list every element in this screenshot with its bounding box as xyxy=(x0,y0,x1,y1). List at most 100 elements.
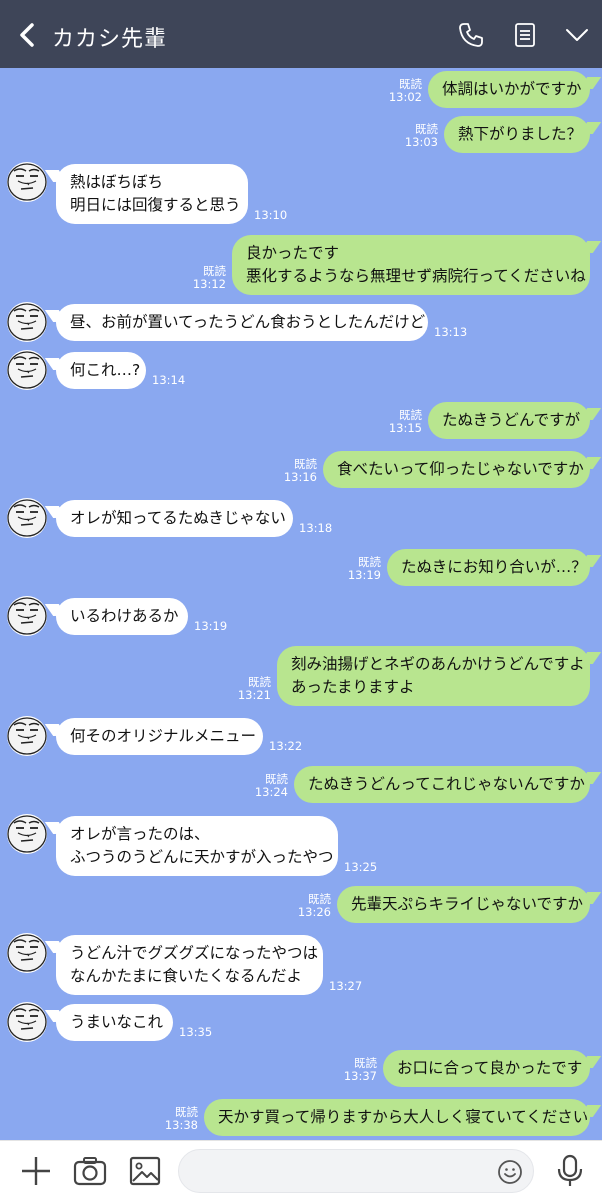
incoming-message: うどん汁でグズグズになったやつは なんかたまに食いたくなるんだよ 13:27 xyxy=(0,933,602,995)
incoming-message: うまいなこれ 13:35 xyxy=(0,1002,602,1042)
outgoing-message: たぬきうどんってこれじゃないんですか 既読 13:24 xyxy=(0,766,602,803)
incoming-message: オレが言ったのは、 ふつうのうどんに天かすが入ったやつ 13:25 xyxy=(0,814,602,876)
message-meta: 既読 13:16 xyxy=(284,458,317,484)
message-input[interactable] xyxy=(191,1158,491,1184)
back-icon[interactable] xyxy=(14,20,42,50)
message-bubble[interactable]: 昼、お前が置いてったうどん食おうとしたんだけど xyxy=(56,304,428,341)
message-bubble[interactable]: たぬきにお知り合いが…？ xyxy=(387,549,590,586)
message-bubble[interactable]: 熱はぼちぼち 明日には回復すると思う xyxy=(56,164,248,224)
outgoing-message: お口に合って良かったです 既読 13:37 xyxy=(0,1050,602,1087)
message-meta: 13:27 xyxy=(329,980,362,993)
avatar-icon[interactable] xyxy=(7,814,47,854)
outgoing-message: 刻み油揚げとネギのあんかけうどんですよ あったまりますよ 既読 13:21 xyxy=(0,646,602,706)
message-time: 13:18 xyxy=(299,521,333,535)
message-meta: 既読 13:12 xyxy=(193,265,226,291)
incoming-message: 何これ…? 13:14 xyxy=(0,350,602,390)
message-time: 13:37 xyxy=(343,1069,377,1083)
message-meta: 既読 13:15 xyxy=(389,409,422,435)
message-meta: 13:25 xyxy=(344,861,377,874)
message-bubble[interactable]: 先輩天ぷらキライじゃないですか xyxy=(337,886,590,923)
message-meta: 13:18 xyxy=(299,522,332,535)
message-meta: 13:10 xyxy=(254,209,287,222)
avatar-icon[interactable] xyxy=(7,596,47,636)
message-meta: 13:19 xyxy=(194,620,227,633)
message-bubble[interactable]: 刻み油揚げとネギのあんかけうどんですよ あったまりますよ xyxy=(277,646,590,706)
incoming-message: いるわけあるか 13:19 xyxy=(0,596,602,636)
message-time: 13:10 xyxy=(254,208,288,222)
message-bubble[interactable]: たぬきうどんですが xyxy=(428,402,590,439)
message-bubble[interactable]: うまいなこれ xyxy=(56,1004,173,1041)
message-bubble[interactable]: たぬきうどんってこれじゃないんですか xyxy=(294,766,590,803)
avatar-icon[interactable] xyxy=(7,498,47,538)
incoming-message: 何そのオリジナルメニュー 13:22 xyxy=(0,716,602,756)
chat-title: カカシ先輩 xyxy=(52,27,168,52)
plus-icon[interactable] xyxy=(18,1154,54,1188)
message-time: 13:26 xyxy=(297,905,331,919)
message-bubble[interactable]: お口に合って良かったです xyxy=(383,1050,590,1087)
outgoing-message: 体調はいかがですか 既読 13:02 xyxy=(0,71,602,108)
camera-icon[interactable] xyxy=(72,1154,108,1188)
avatar-icon[interactable] xyxy=(7,1002,47,1042)
outgoing-message: 食べたいって仰ったじゃないですか 既読 13:16 xyxy=(0,451,602,488)
message-bubble[interactable]: 体調はいかがですか xyxy=(428,71,590,108)
message-bubble[interactable]: オレが知ってるたぬきじゃない xyxy=(56,500,293,537)
message-time: 13:21 xyxy=(237,688,271,702)
message-time: 13:14 xyxy=(152,373,186,387)
message-time: 13:22 xyxy=(269,739,303,753)
outgoing-message: 天かす買って帰りますから大人しく寝ていてください 既読 13:38 xyxy=(0,1099,602,1136)
message-input-box[interactable] xyxy=(178,1149,534,1193)
notes-icon[interactable] xyxy=(510,20,540,50)
message-time: 13:24 xyxy=(254,785,288,799)
message-time: 13:15 xyxy=(388,421,422,435)
message-time: 13:19 xyxy=(347,568,381,582)
message-meta: 既読 13:19 xyxy=(348,556,381,582)
message-time: 13:35 xyxy=(179,1025,213,1039)
avatar-icon[interactable] xyxy=(7,933,47,973)
message-meta: 既読 13:26 xyxy=(298,893,331,919)
image-icon[interactable] xyxy=(127,1154,163,1188)
incoming-message: 昼、お前が置いてったうどん食おうとしたんだけど 13:13 xyxy=(0,302,602,342)
message-bubble[interactable]: 何そのオリジナルメニュー xyxy=(56,718,263,755)
message-time: 13:25 xyxy=(344,860,378,874)
message-meta: 13:22 xyxy=(269,740,302,753)
message-time: 13:12 xyxy=(192,277,226,291)
message-time: 13:38 xyxy=(164,1118,198,1132)
avatar-icon[interactable] xyxy=(7,350,47,390)
outgoing-message: 熱下がりました？ 既読 13:03 xyxy=(0,116,602,153)
avatar-icon[interactable] xyxy=(7,716,47,756)
phone-icon[interactable] xyxy=(456,20,486,50)
message-meta: 13:14 xyxy=(152,374,185,387)
outgoing-message: たぬきにお知り合いが…？ 既読 13:19 xyxy=(0,549,602,586)
message-list[interactable]: 体調はいかがですか 既読 13:02 熱下がりました？ 既読 13:03 熱はぼちぼち 明… xyxy=(0,68,602,1140)
message-bubble[interactable]: 天かす買って帰りますから大人しく寝ていてください xyxy=(204,1099,590,1136)
message-composer xyxy=(0,1140,602,1200)
message-meta: 既読 13:03 xyxy=(405,123,438,149)
message-bubble[interactable]: オレが言ったのは、 ふつうのうどんに天かすが入ったやつ xyxy=(56,816,338,876)
avatar-icon[interactable] xyxy=(7,162,47,202)
outgoing-message: 良かったです 悪化するようなら無理せず病院行ってくださいね 既読 13:12 xyxy=(0,235,602,295)
message-meta: 13:13 xyxy=(434,326,467,339)
chevron-down-icon[interactable] xyxy=(562,20,592,50)
message-meta: 13:35 xyxy=(179,1026,212,1039)
incoming-message: 熱はぼちぼち 明日には回復すると思う 13:10 xyxy=(0,162,602,224)
message-meta: 既読 13:38 xyxy=(165,1106,198,1132)
outgoing-message: 先輩天ぷらキライじゃないですか 既読 13:26 xyxy=(0,886,602,923)
message-bubble[interactable]: うどん汁でグズグズになったやつは なんかたまに食いたくなるんだよ xyxy=(56,935,323,995)
message-meta: 既読 13:24 xyxy=(255,773,288,799)
message-time: 13:19 xyxy=(194,619,228,633)
message-bubble[interactable]: 熱下がりました？ xyxy=(444,116,590,153)
microphone-icon[interactable] xyxy=(552,1154,588,1188)
emoji-icon[interactable] xyxy=(497,1159,523,1185)
message-bubble[interactable]: いるわけあるか xyxy=(56,598,188,635)
avatar-icon[interactable] xyxy=(7,302,47,342)
message-meta: 既読 13:21 xyxy=(238,676,271,702)
message-meta: 既読 13:02 xyxy=(389,78,422,104)
incoming-message: オレが知ってるたぬきじゃない 13:18 xyxy=(0,498,602,538)
message-time: 13:16 xyxy=(283,470,317,484)
message-time: 13:13 xyxy=(434,325,468,339)
message-bubble[interactable]: 食べたいって仰ったじゃないですか xyxy=(323,451,590,488)
message-bubble[interactable]: 良かったです 悪化するようなら無理せず病院行ってくださいね xyxy=(232,235,590,295)
message-time: 13:27 xyxy=(329,979,363,993)
message-bubble[interactable]: 何これ…? xyxy=(56,352,146,389)
chat-header: カカシ先輩 xyxy=(0,0,602,68)
